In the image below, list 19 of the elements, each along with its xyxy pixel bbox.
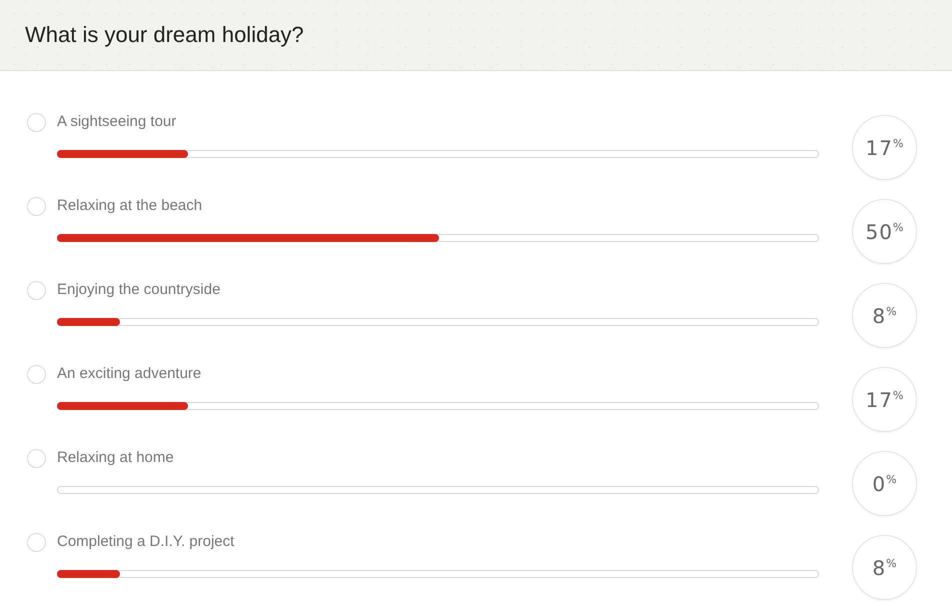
- option-label: Completing a D.I.Y. project: [57, 533, 234, 551]
- poll-question: What is your dream holiday?: [25, 22, 304, 48]
- radio-button[interactable]: [27, 112, 46, 132]
- percent-value: 50$^{%}$: [866, 222, 904, 242]
- percent-value: 17$^{%}$: [866, 390, 904, 410]
- option-label: A sightseeing tour: [57, 113, 176, 131]
- percent-value: 0$^{%}$: [872, 474, 897, 494]
- option-label: Enjoying the countryside: [57, 281, 220, 299]
- percent-value: 8$^{%}$: [872, 306, 897, 326]
- percent-value: 17$^{%}$: [866, 138, 904, 158]
- radio-button[interactable]: [27, 448, 46, 468]
- radio-button[interactable]: [27, 364, 46, 384]
- option-label: Relaxing at the beach: [57, 197, 202, 215]
- percent-value: 8$^{%}$: [872, 558, 897, 578]
- option-label: Relaxing at home: [57, 449, 174, 467]
- radio-button[interactable]: [27, 280, 46, 300]
- radio-button[interactable]: [27, 196, 46, 216]
- radio-button[interactable]: [27, 532, 46, 552]
- option-label: An exciting adventure: [57, 365, 202, 383]
